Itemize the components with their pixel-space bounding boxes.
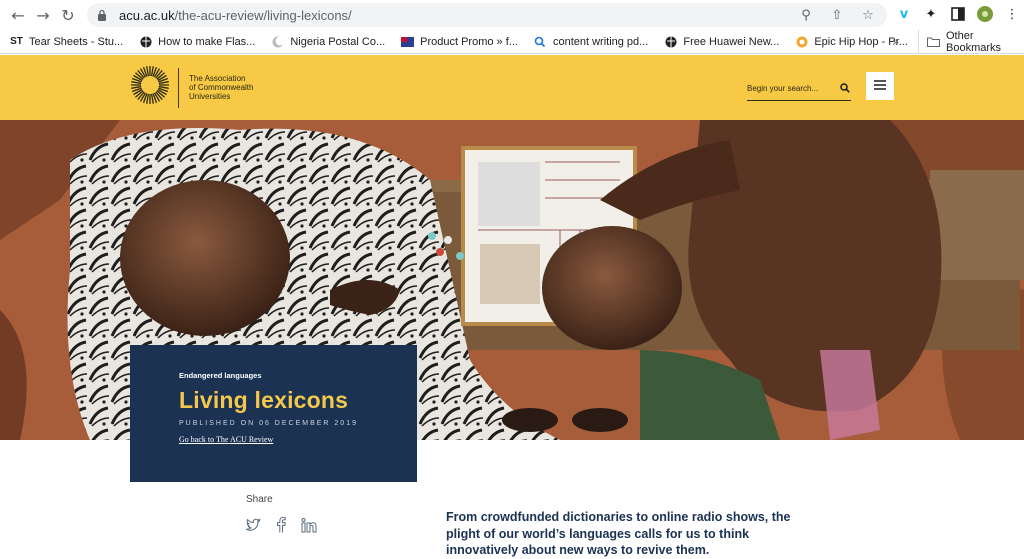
hamburger-icon xyxy=(874,77,886,95)
search-icon xyxy=(534,35,547,48)
sidebar-icon[interactable] xyxy=(949,5,967,23)
flag-icon xyxy=(401,35,415,48)
logo-text: The Association of Commonwealth Universi… xyxy=(189,74,269,101)
bookmarks-bar: ST Tear Sheets - Stu... How to make Flas… xyxy=(0,30,1024,54)
folder-icon xyxy=(927,37,940,47)
linkedin-icon[interactable] xyxy=(301,516,317,534)
logo-line: of Commonwealth xyxy=(189,83,254,92)
reload-icon[interactable]: ↻ xyxy=(58,5,78,25)
article-title: Living lexicons xyxy=(179,387,349,413)
bookmark-label: Nigeria Postal Co... xyxy=(290,35,386,48)
facebook-icon[interactable] xyxy=(273,516,289,534)
bookmark-item[interactable]: How to make Flas... xyxy=(139,35,255,48)
share-page-icon[interactable]: ⇧ xyxy=(828,6,846,24)
bookmark-label: content writing pd... xyxy=(552,35,649,48)
bookmark-item[interactable]: Free Huawei New... xyxy=(664,35,779,48)
logo-divider xyxy=(178,67,179,108)
back-arrow-icon[interactable]: ← xyxy=(8,5,28,25)
bookmark-label: Product Promo » f... xyxy=(420,35,518,48)
article-lede: From crowdfunded dictionaries to online … xyxy=(446,510,791,557)
bookmark-item[interactable]: Nigeria Postal Co... xyxy=(271,35,385,48)
st-icon: ST xyxy=(10,36,23,47)
bookmark-label: Tear Sheets - Stu... xyxy=(29,35,124,48)
circle-icon xyxy=(795,35,808,48)
url-path: /the-acu-review/living-lexicons/ xyxy=(174,7,352,23)
search-input[interactable] xyxy=(747,83,827,93)
other-bookmarks-label: Other Bookmarks xyxy=(946,30,1002,54)
zoom-icon[interactable]: ⚲ xyxy=(797,6,815,24)
bookmark-item[interactable]: Product Promo » f... xyxy=(401,35,518,48)
article-category: Endangered languages xyxy=(179,371,262,380)
site-search xyxy=(747,76,851,101)
lock-icon xyxy=(97,8,109,22)
search-icon[interactable] xyxy=(839,82,851,94)
publish-date: PUBLISHED ON 06 DECEMBER 2019 xyxy=(179,420,358,427)
logo-line: Universities xyxy=(189,92,231,101)
url-domain: acu.ac.uk xyxy=(119,7,175,23)
article-header-card: Endangered languages Living lexicons PUB… xyxy=(130,345,417,482)
bookmark-star-icon[interactable]: ☆ xyxy=(859,6,877,24)
profile-avatar-icon[interactable] xyxy=(976,5,994,23)
other-bookmarks[interactable]: Other Bookmarks xyxy=(918,30,1024,54)
globe-icon xyxy=(139,35,152,48)
globe-icon xyxy=(664,35,677,48)
more-menu-icon[interactable]: ⋮ xyxy=(1003,5,1021,23)
forward-arrow-icon[interactable]: → xyxy=(33,5,53,25)
bookmark-label: How to make Flas... xyxy=(158,35,256,48)
sunburst-logo-icon xyxy=(130,65,170,110)
acu-logo[interactable]: The Association of Commonwealth Universi… xyxy=(130,65,269,110)
extensions-puzzle-icon[interactable]: ✦ xyxy=(922,5,940,23)
share-icons xyxy=(245,516,317,534)
bookmark-label: Free Huawei New... xyxy=(683,35,780,48)
twitter-icon[interactable] xyxy=(245,516,261,534)
moon-icon xyxy=(271,35,284,48)
hamburger-menu-button[interactable] xyxy=(866,72,894,100)
logo-line: The Association xyxy=(189,74,246,83)
site-header: The Association of Commonwealth Universi… xyxy=(0,55,1024,120)
bookmarks-overflow-button[interactable]: » xyxy=(892,35,899,49)
back-to-review-link[interactable]: Go back to The ACU Review xyxy=(179,435,273,444)
bookmark-item[interactable]: Epic Hip Hop - Pr... xyxy=(795,35,908,48)
bookmark-item[interactable]: ST Tear Sheets - Stu... xyxy=(10,35,123,48)
vimeo-extension-icon[interactable]: v xyxy=(895,5,913,23)
browser-toolbar: ← → ↻ acu.ac.uk/the-acu-review/living-le… xyxy=(0,0,1024,30)
bookmark-item[interactable]: content writing pd... xyxy=(534,35,648,48)
share-label: Share xyxy=(246,494,273,505)
address-bar[interactable]: acu.ac.uk/the-acu-review/living-lexicons… xyxy=(87,3,887,27)
